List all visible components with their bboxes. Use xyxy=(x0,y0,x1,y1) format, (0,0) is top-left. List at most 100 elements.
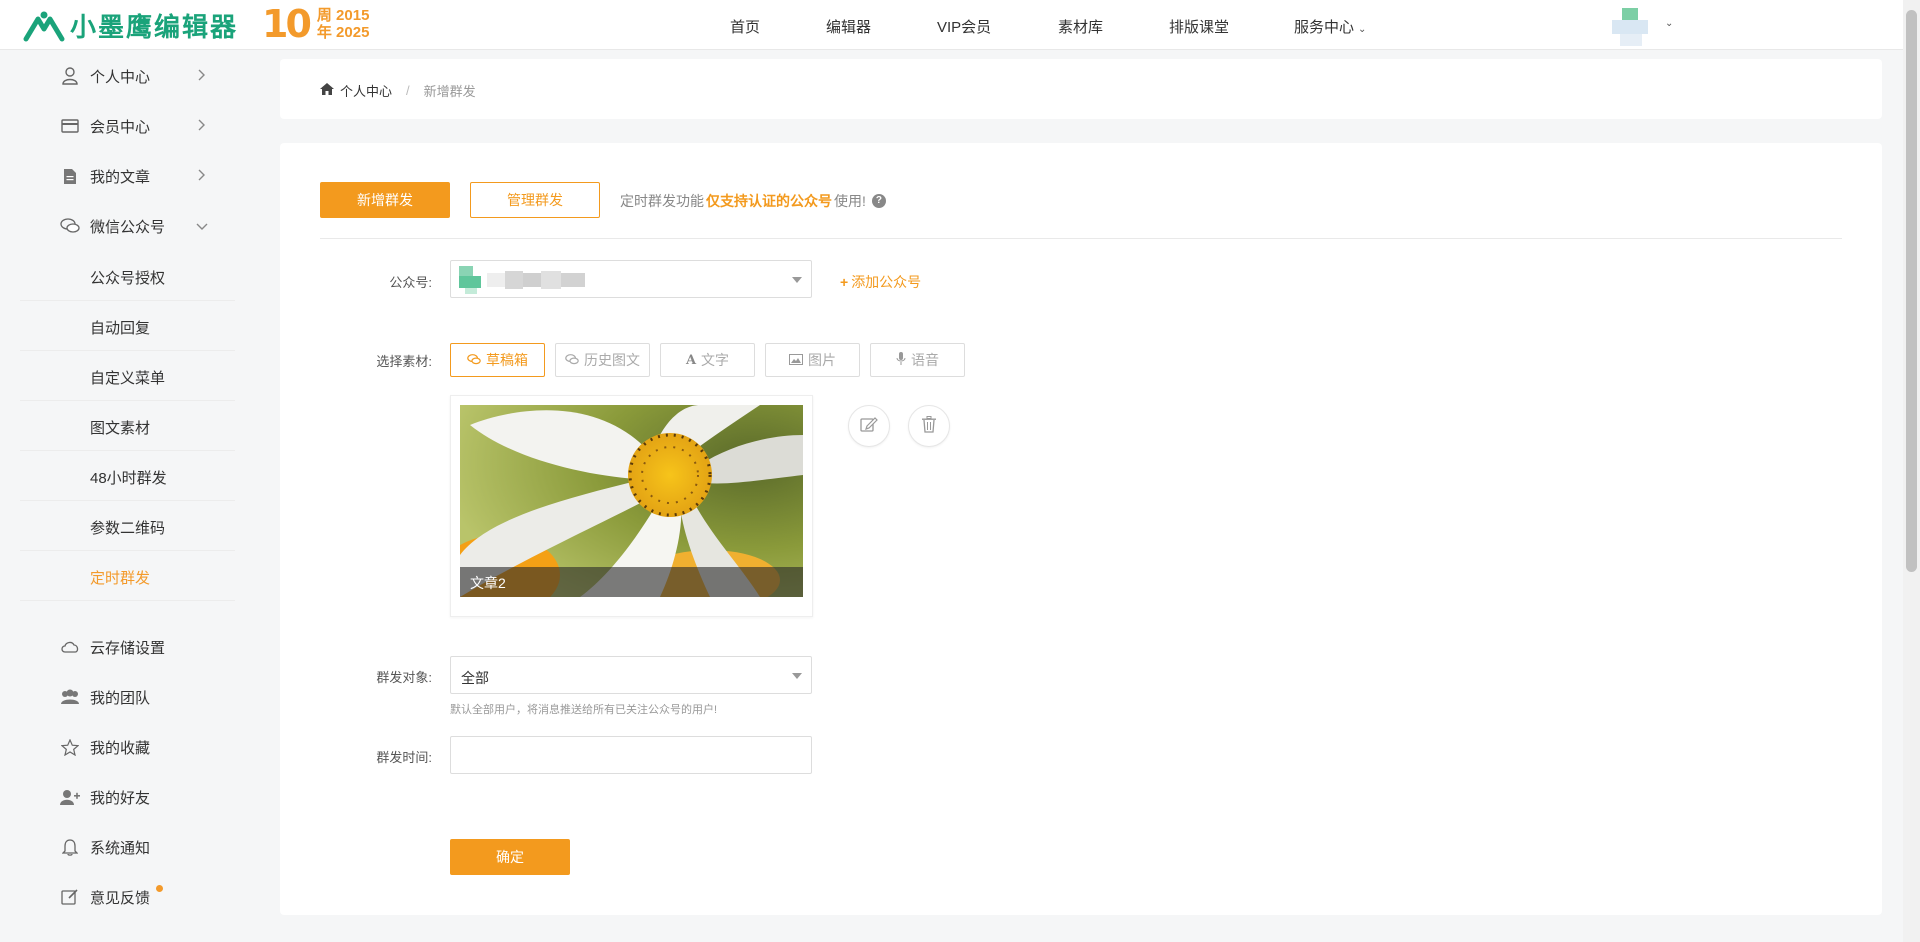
tab-voice[interactable]: 语音 xyxy=(870,343,965,377)
sidebar-item-label: 我的文章 xyxy=(90,168,151,186)
document-icon xyxy=(60,166,80,186)
sidebar-sub-custom-menu[interactable]: 自定义菜单 xyxy=(20,351,235,401)
account-avatar xyxy=(459,266,473,276)
nav-service-center[interactable]: 服务中心 ⌄ xyxy=(1294,16,1366,37)
caret-down-icon xyxy=(792,673,802,679)
cloud-icon xyxy=(60,637,80,657)
tab-label: 语音 xyxy=(911,352,939,368)
account-avatar-pixel xyxy=(465,288,477,294)
chat-icon xyxy=(467,353,481,368)
time-label: 群发时间: xyxy=(376,750,432,765)
sidebar-item-my-team[interactable]: 我的团队 xyxy=(20,672,235,722)
tab-label: 草稿箱 xyxy=(486,352,528,368)
tab-text[interactable]: A 文字 xyxy=(660,343,755,377)
font-icon: A xyxy=(685,352,697,368)
sidebar-item-my-friends[interactable]: 我的好友 xyxy=(20,772,235,822)
user-icon xyxy=(60,66,80,86)
main-card: 新增群发 管理群发 定时群发功能 仅支持认证的公众号 使用! ? 公众号: + 添… xyxy=(280,143,1882,915)
tab-images[interactable]: 图片 xyxy=(765,343,860,377)
account-label: 公众号: xyxy=(389,275,432,290)
target-select[interactable]: 全部 xyxy=(450,656,812,694)
nav-editor[interactable]: 编辑器 xyxy=(826,16,871,37)
breadcrumb-current: 新增群发 xyxy=(423,84,476,99)
article-card[interactable]: 文章2 xyxy=(450,395,813,617)
caret-down-icon xyxy=(792,277,802,283)
home-icon[interactable] xyxy=(320,83,334,98)
nav-home[interactable]: 首页 xyxy=(730,16,760,37)
tip-prefix: 定时群发功能 xyxy=(620,193,704,209)
tab-history-articles[interactable]: 历史图文 xyxy=(555,343,650,377)
sidebar-sub-auto-reply[interactable]: 自动回复 xyxy=(20,301,235,351)
team-icon xyxy=(60,687,80,707)
card-icon xyxy=(60,116,80,136)
edit-icon xyxy=(860,416,878,436)
chevron-down-icon[interactable]: ⌄ xyxy=(1665,18,1673,29)
account-select[interactable] xyxy=(450,260,812,298)
nav-materials[interactable]: 素材库 xyxy=(1058,16,1103,37)
add-friend-icon xyxy=(60,787,80,807)
tip-emphasis: 仅支持认证的公众号 xyxy=(706,193,832,209)
nav-layout-class[interactable]: 排版课堂 xyxy=(1169,16,1229,37)
help-icon[interactable]: ? xyxy=(871,194,886,208)
sidebar: 个人中心 会员中心 我的文章 微信公众号 公众号授权 自动回复 自定义菜单 图文… xyxy=(0,51,260,942)
sidebar-sub-param-qrcode[interactable]: 参数二维码 xyxy=(20,501,235,551)
tab-drafts[interactable]: 草稿箱 xyxy=(450,343,545,377)
notification-dot xyxy=(156,885,163,892)
sidebar-item-notifications[interactable]: 系统通知 xyxy=(20,822,235,872)
sidebar-item-label: 我的好友 xyxy=(90,789,151,807)
sidebar-item-my-articles[interactable]: 我的文章 xyxy=(20,151,235,201)
manage-broadcast-button[interactable]: 管理群发 xyxy=(470,182,600,218)
chevron-right-icon xyxy=(198,118,206,134)
article-caption: 文章2 xyxy=(460,567,803,597)
sidebar-sub-label: 图文素材 xyxy=(90,420,151,437)
scrollbar-thumb[interactable] xyxy=(1906,10,1917,572)
tip-text: 定时群发功能 仅支持认证的公众号 使用! ? xyxy=(620,191,886,211)
microphone-icon xyxy=(896,352,906,368)
sidebar-sub-label: 参数二维码 xyxy=(90,520,166,537)
breadcrumb-separator: / xyxy=(406,83,410,98)
sidebar-sub-48h-broadcast[interactable]: 48小时群发 xyxy=(20,451,235,501)
confirm-button[interactable]: 确定 xyxy=(450,839,570,875)
target-value: 全部 xyxy=(461,670,489,686)
sidebar-item-label: 个人中心 xyxy=(90,68,151,86)
new-broadcast-button[interactable]: 新增群发 xyxy=(320,182,450,218)
delete-button[interactable] xyxy=(908,405,950,447)
anniversary-number: 10 xyxy=(262,2,312,46)
breadcrumb-home[interactable]: 个人中心 xyxy=(340,81,392,100)
sidebar-item-cloud-storage[interactable]: 云存储设置 xyxy=(20,622,235,672)
sidebar-sub-label: 48小时群发 xyxy=(90,470,167,487)
sidebar-sub-scheduled-broadcast[interactable]: 定时群发 xyxy=(20,551,235,601)
add-account-link[interactable]: + 添加公众号 xyxy=(840,272,921,292)
sidebar-item-member-center[interactable]: 会员中心 xyxy=(20,101,235,151)
divider xyxy=(320,238,1842,239)
sidebar-item-label: 微信公众号 xyxy=(90,218,166,236)
logo-text: 小墨鹰编辑器 xyxy=(70,13,239,43)
chevron-right-icon xyxy=(198,68,206,84)
sidebar-item-my-favorites[interactable]: 我的收藏 xyxy=(20,722,235,772)
material-label: 选择素材: xyxy=(376,354,432,369)
sidebar-item-label: 我的团队 xyxy=(90,689,151,707)
account-name-blur xyxy=(523,273,541,287)
sidebar-item-label: 系统通知 xyxy=(90,839,151,857)
sidebar-item-personal-center[interactable]: 个人中心 xyxy=(20,51,235,101)
chat-icon xyxy=(60,216,80,236)
sidebar-sub-label: 自动回复 xyxy=(90,320,151,337)
sidebar-item-label: 云存储设置 xyxy=(90,639,166,657)
sidebar-item-label: 会员中心 xyxy=(90,118,151,136)
account-name-blur xyxy=(487,273,505,287)
chevron-right-icon xyxy=(198,168,206,184)
bell-icon xyxy=(60,837,80,857)
sidebar-item-feedback[interactable]: 意见反馈 xyxy=(20,872,235,922)
scrollbar-track[interactable] xyxy=(1903,0,1920,942)
sidebar-sub-account-auth[interactable]: 公众号授权 xyxy=(20,251,235,301)
chevron-down-icon xyxy=(196,218,208,234)
time-input[interactable] xyxy=(450,736,812,774)
sidebar-item-wechat[interactable]: 微信公众号 xyxy=(20,201,235,251)
logo[interactable]: 小墨鹰编辑器 xyxy=(22,7,238,44)
sidebar-sub-article-materials[interactable]: 图文素材 xyxy=(20,401,235,451)
sidebar-sub-label: 公众号授权 xyxy=(90,270,166,287)
edit-button[interactable] xyxy=(848,405,890,447)
target-hint: 默认全部用户，将消息推送给所有已关注公众号的用户! xyxy=(450,704,718,716)
nav-vip[interactable]: VIP会员 xyxy=(937,16,991,37)
avatar[interactable] xyxy=(1612,8,1654,46)
